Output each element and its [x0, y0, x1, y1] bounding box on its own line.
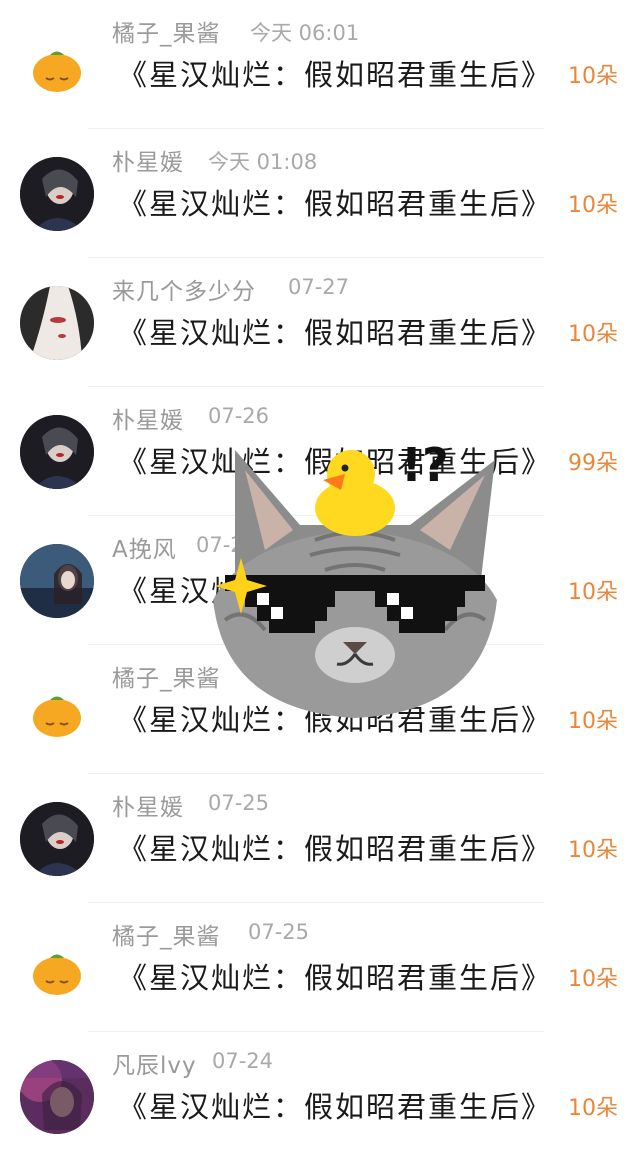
comment-text: 《星汉灿烂：假如昭君重生后》: [118, 961, 553, 995]
comment-row[interactable]: 朴星媛 07-26 《星汉灿烂：假如昭君重生后》 99朵: [0, 387, 640, 516]
comment-row[interactable]: 橘子_果酱 《星汉灿烂：假如昭君重生后》 10朵: [0, 645, 640, 774]
comment-row[interactable]: 朴星媛 07-25 《星汉灿烂：假如昭君重生后》 10朵: [0, 774, 640, 903]
gift-count: 10朵: [568, 64, 618, 89]
comment-username[interactable]: 凡辰lvy: [112, 1046, 197, 1080]
comment-text: 《星汉灿烂：假如昭君重生后》: [118, 187, 553, 221]
comment-username[interactable]: 橘子_果酱: [112, 14, 221, 48]
comment-text: 《星汉灿烂：假如昭君重生后》: [118, 445, 553, 479]
comment-row[interactable]: 橘子_果酱 07-25 《星汉灿烂：假如昭君重生后》 10朵: [0, 903, 640, 1032]
orange-avatar-icon: [33, 954, 81, 995]
comment-username[interactable]: 朴星媛: [112, 788, 184, 822]
avatar[interactable]: [20, 544, 94, 618]
gift-count: 10朵: [568, 838, 618, 863]
comment-time: 07-25: [248, 920, 310, 944]
comment-username[interactable]: 橘子_果酱: [112, 659, 221, 693]
user-photo-icon: [20, 802, 94, 876]
comment-time: 07-25: [208, 791, 270, 815]
avatar[interactable]: [20, 802, 94, 876]
comment-username[interactable]: A挽风: [112, 530, 177, 564]
user-photo-icon: [20, 1060, 94, 1134]
comment-username[interactable]: 朴星媛: [112, 143, 184, 177]
comment-username[interactable]: 橘子_果酱: [112, 917, 221, 951]
comment-text: 《星汉灿烂：假如昭君重生后》: [118, 316, 553, 350]
comment-row[interactable]: 来几个多少分 07-27 《星汉灿烂：假如昭君重生后》 10朵: [0, 258, 640, 387]
avatar[interactable]: [20, 157, 94, 231]
comment-row[interactable]: 朴星媛 今天 01:08 《星汉灿烂：假如昭君重生后》 10朵: [0, 129, 640, 258]
orange-avatar-icon: [33, 51, 81, 92]
comment-text: 《星汉灿烂：假如昭君重生后》: [118, 58, 553, 92]
comment-time: 07-27: [288, 275, 350, 299]
user-photo-icon: [20, 415, 94, 489]
gift-count: 10朵: [568, 580, 618, 605]
comment-time: 今天 01:08: [208, 150, 318, 174]
gift-count: 10朵: [568, 967, 618, 992]
comment-time: 07-2: [196, 533, 244, 557]
avatar[interactable]: [20, 1060, 94, 1134]
gift-count: 10朵: [568, 322, 618, 347]
gift-count: 10朵: [568, 1096, 618, 1121]
comment-text: 《星汉灿烂：假如昭君重生后》: [118, 832, 553, 866]
user-photo-icon: [20, 286, 94, 360]
comment-time: 今天 06:01: [250, 21, 360, 45]
comment-username[interactable]: 朴星媛: [112, 401, 184, 435]
comment-text: 《星汉灿烂: [118, 574, 274, 608]
user-photo-icon: [20, 157, 94, 231]
comment-row[interactable]: 橘子_果酱 今天 06:01 《星汉灿烂：假如昭君重生后》 10朵: [0, 0, 640, 129]
avatar[interactable]: [20, 673, 94, 747]
orange-avatar-icon: [33, 696, 81, 737]
avatar[interactable]: [20, 28, 94, 102]
avatar[interactable]: [20, 931, 94, 1005]
avatar[interactable]: [20, 415, 94, 489]
comment-row[interactable]: 凡辰lvy 07-24 《星汉灿烂：假如昭君重生后》 10朵: [0, 1032, 640, 1161]
user-photo-icon: [20, 544, 94, 618]
gift-count: 10朵: [568, 709, 618, 734]
gift-count: 10朵: [568, 193, 618, 218]
avatar[interactable]: [20, 286, 94, 360]
comment-time: 07-26: [208, 404, 270, 428]
comment-row[interactable]: A挽风 07-2 《星汉灿烂 10朵: [0, 516, 640, 645]
comment-time: 07-24: [212, 1049, 274, 1073]
comment-username[interactable]: 来几个多少分: [112, 272, 256, 306]
gift-count: 99朵: [568, 451, 618, 476]
comment-text: 《星汉灿烂：假如昭君重生后》: [118, 1090, 553, 1124]
comment-text: 《星汉灿烂：假如昭君重生后》: [118, 703, 553, 737]
